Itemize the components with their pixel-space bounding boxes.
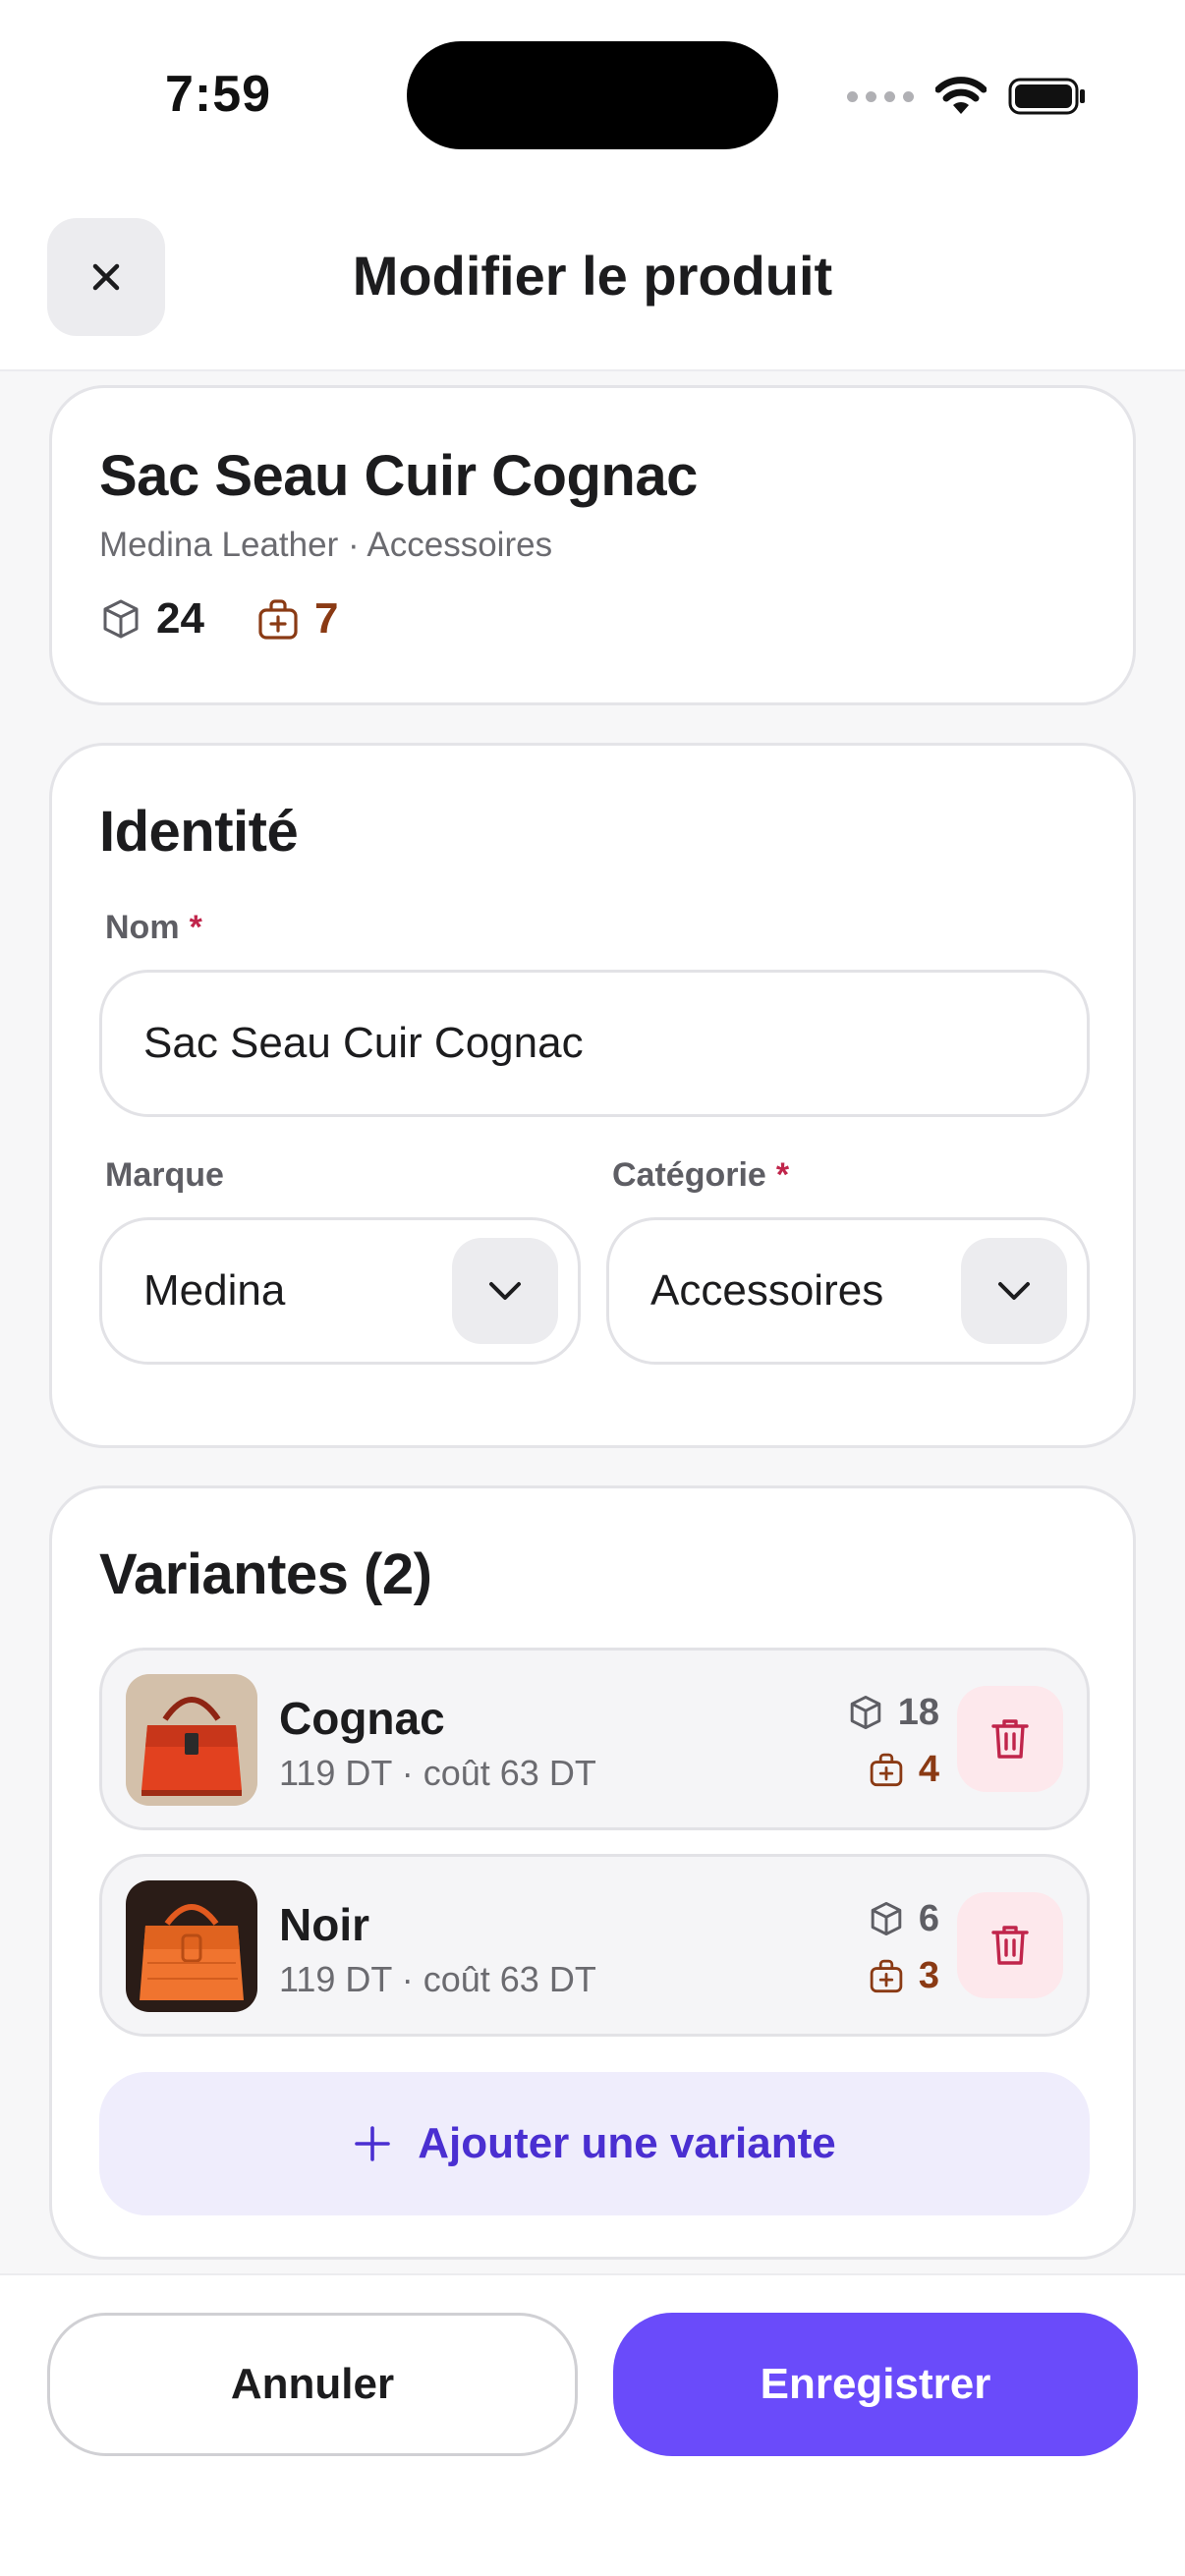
shop-bag-icon — [870, 1959, 903, 1993]
variant-details: 119 DT · coût 63 DT — [279, 1753, 596, 1793]
dynamic-island — [407, 41, 778, 149]
variants-section: Variantes (2) Cognac 119 DT · coût 63 DT… — [49, 1485, 1136, 2260]
status-icons — [847, 69, 1087, 124]
category-dropdown-button[interactable] — [961, 1238, 1067, 1344]
variant-name: Cognac — [279, 1693, 445, 1744]
trash-icon — [991, 1926, 1029, 1965]
add-variant-label: Ajouter une variante — [418, 2119, 836, 2167]
required-mark: * — [775, 1156, 790, 1194]
brand-select[interactable]: Medina — [99, 1217, 581, 1365]
battery-icon — [1008, 78, 1085, 115]
box-icon — [103, 599, 139, 639]
name-field[interactable]: Sac Seau Cuir Cognac — [99, 970, 1090, 1117]
variant-row[interactable]: Noir 119 DT · coût 63 DT 6 3 — [99, 1854, 1090, 2037]
variant-thumbnail — [126, 1880, 257, 2012]
variant-details: 119 DT · coût 63 DT — [279, 1959, 596, 1999]
category-label: Catégorie * — [612, 1156, 790, 1194]
identity-section: Identité Nom * Sac Seau Cuir Cognac Marqu… — [49, 743, 1136, 1448]
cancel-button[interactable]: Annuler — [47, 2313, 578, 2456]
category-value: Accessoires — [650, 1266, 884, 1315]
retail-value: 7 — [313, 594, 339, 643]
variant-stock: 6 — [868, 1890, 939, 1947]
box-icon — [850, 1695, 881, 1730]
chevron-down-icon — [998, 1282, 1030, 1300]
status-bar: 7:59 — [0, 0, 1185, 187]
retail-stat: 7 — [255, 594, 338, 644]
status-time: 7:59 — [165, 66, 272, 123]
footer-actions: Annuler Enregistrer — [0, 2273, 1185, 2576]
plus-icon — [355, 2126, 391, 2161]
brand-dropdown-button[interactable] — [452, 1238, 558, 1344]
variant-thumbnail — [126, 1674, 257, 1806]
variant-name: Noir — [279, 1899, 369, 1950]
variant-stock: 18 — [847, 1684, 939, 1741]
variant-retail: 4 — [847, 1741, 939, 1798]
delete-variant-button[interactable] — [957, 1686, 1063, 1792]
variants-title: Variantes (2) — [99, 1542, 432, 1606]
required-mark: * — [189, 909, 202, 946]
shop-bag-icon — [258, 599, 298, 640]
stock-value: 24 — [156, 594, 204, 643]
name-label: Nom * — [105, 909, 202, 946]
trash-icon — [991, 1719, 1029, 1759]
product-subtitle: Medina Leather · Accessoires — [99, 526, 553, 564]
page-title: Modifier le produit — [352, 245, 833, 307]
signal-dots-icon — [847, 90, 914, 102]
variant-stats: 18 4 — [847, 1684, 939, 1798]
variant-row[interactable]: Cognac 119 DT · coût 63 DT 18 4 — [99, 1648, 1090, 1830]
variant-stats: 6 3 — [868, 1890, 939, 2004]
product-summary-card: Sac Seau Cuir Cognac Medina Leather · Ac… — [49, 385, 1136, 705]
chevron-down-icon — [489, 1282, 521, 1300]
identity-title: Identité — [99, 800, 299, 864]
product-name: Sac Seau Cuir Cognac — [99, 444, 698, 508]
variant-retail: 3 — [868, 1947, 939, 2004]
save-button[interactable]: Enregistrer — [613, 2313, 1138, 2456]
shop-bag-icon — [870, 1753, 903, 1787]
add-variant-button[interactable]: Ajouter une variante — [99, 2072, 1090, 2215]
stock-stat: 24 — [99, 594, 204, 644]
box-icon — [871, 1901, 902, 1936]
modal-header: Modifier le produit — [0, 187, 1185, 371]
brand-label: Marque — [105, 1156, 224, 1194]
delete-variant-button[interactable] — [957, 1892, 1063, 1998]
wifi-icon — [935, 77, 987, 114]
category-select[interactable]: Accessoires — [606, 1217, 1090, 1365]
brand-value: Medina — [143, 1266, 286, 1315]
product-stats: 24 7 — [99, 594, 338, 644]
